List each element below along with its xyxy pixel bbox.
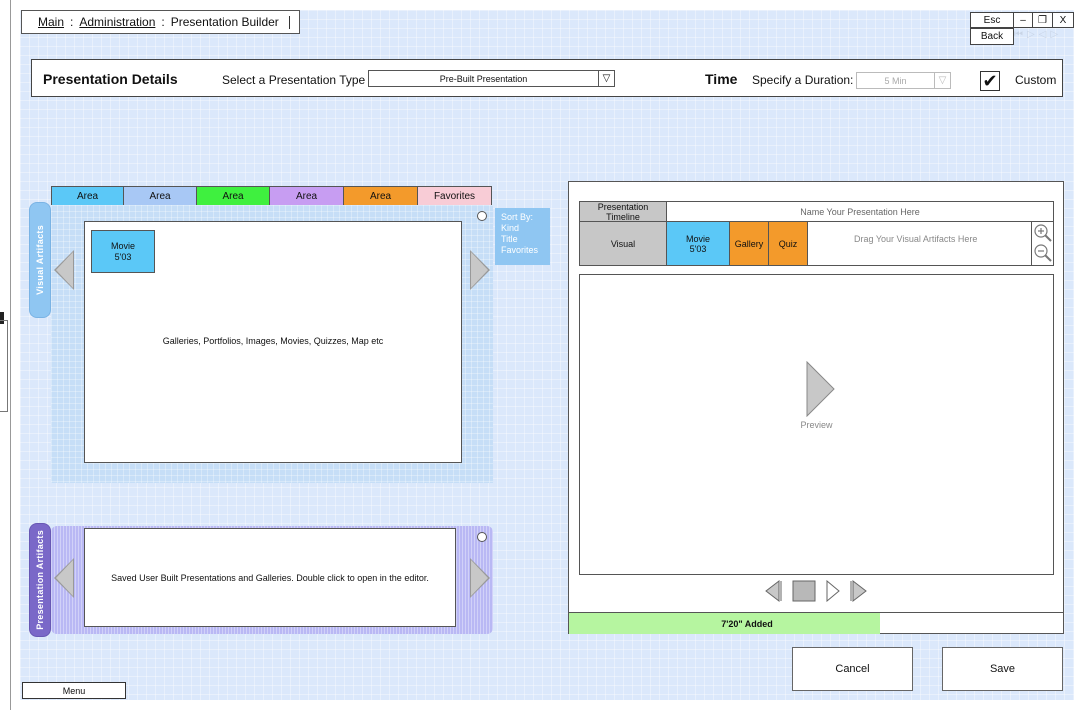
preview-label: Preview xyxy=(800,420,833,430)
sort-option-title[interactable]: Title xyxy=(501,234,544,245)
cancel-button[interactable]: Cancel xyxy=(792,647,913,691)
duration-select[interactable]: 5 Min ▽ xyxy=(856,72,951,89)
visual-artifacts-hint: Galleries, Portfolios, Images, Movies, Q… xyxy=(162,336,384,346)
chevron-down-icon: ▽ xyxy=(598,71,614,86)
custom-checkbox[interactable]: ✔ xyxy=(980,71,1000,91)
breadcrumb-administration-link[interactable]: Administration xyxy=(79,15,155,29)
zoom-in-icon[interactable] xyxy=(1034,224,1052,242)
drag-hint: Drag Your Visual Artifacts Here xyxy=(854,234,978,244)
breadcrumb-separator: : xyxy=(70,15,74,29)
custom-label: Custom xyxy=(1015,73,1057,87)
breadcrumb-current: Presentation Builder xyxy=(170,15,279,29)
menu-button[interactable]: Menu xyxy=(22,682,126,699)
visual-artifacts-label: Visual Artifacts xyxy=(35,225,45,295)
timeline-movie-item[interactable]: Movie 5'03 xyxy=(666,221,730,266)
movie-artifact[interactable]: Movie 5'03 xyxy=(91,230,155,273)
ruler-line xyxy=(10,0,11,710)
tab-area-5[interactable]: Area xyxy=(343,186,418,206)
scroll-left-arrow-icon[interactable] xyxy=(54,250,74,290)
presentation-artifacts-side-tab[interactable]: Presentation Artifacts xyxy=(29,523,51,637)
stop-icon[interactable] xyxy=(792,580,816,602)
next-icon: ▷ xyxy=(1027,29,1035,40)
step-forward-icon[interactable] xyxy=(826,580,840,602)
forward-icon: ▷ xyxy=(1050,29,1059,40)
time-title: Time xyxy=(705,71,738,87)
sort-option-kind[interactable]: Kind xyxy=(501,223,544,234)
movie-title: Movie xyxy=(110,240,135,251)
save-button[interactable]: Save xyxy=(942,647,1063,691)
preview-area: Preview xyxy=(579,274,1054,575)
duration-progress-text: 7'20" Added xyxy=(721,619,773,629)
rewind-icon: ◁ xyxy=(1038,29,1047,40)
duration-value: 5 Min xyxy=(884,75,907,86)
presentation-type-select[interactable]: Pre-Built Presentation ▽ xyxy=(368,70,615,87)
timeline-quiz-item[interactable]: Quiz xyxy=(768,221,808,266)
first-icon: ⏮ xyxy=(1014,29,1023,40)
chevron-down-icon: ▽ xyxy=(934,73,950,88)
timeline-label: Presentation Timeline xyxy=(579,201,667,222)
tab-favorites[interactable]: Favorites xyxy=(417,186,492,206)
visual-track-label: Visual xyxy=(579,221,667,266)
sort-by-label: Sort By: xyxy=(501,212,534,222)
play-icon[interactable] xyxy=(806,361,836,417)
scroll-right-arrow-icon[interactable] xyxy=(470,558,490,598)
duration-progress: 7'20" Added xyxy=(569,612,1063,634)
presentation-artifacts-content: Saved User Built Presentations and Galle… xyxy=(84,528,456,627)
timeline-movie-duration: 5'03 xyxy=(689,243,707,254)
media-nav-icons: ⏮ ▷ ◁ ▷ xyxy=(1014,29,1058,43)
tab-area-3[interactable]: Area xyxy=(196,186,270,206)
zoom-out-icon[interactable] xyxy=(1034,244,1052,262)
zoom-controls xyxy=(1031,222,1053,265)
timeline-gallery-item[interactable]: Gallery xyxy=(729,221,769,266)
rewind-icon[interactable] xyxy=(765,580,782,602)
breadcrumb-separator: : xyxy=(161,15,165,29)
tab-area-2[interactable]: Area xyxy=(123,186,197,206)
back-button[interactable]: Back xyxy=(970,28,1014,45)
presentation-type-value: Pre-Built Presentation xyxy=(439,73,528,84)
presentation-editor: Presentation Timeline Name Your Presenta… xyxy=(568,181,1064,634)
close-button[interactable]: X xyxy=(1052,12,1074,28)
visual-artifacts-side-tab[interactable]: Visual Artifacts xyxy=(29,202,51,318)
presentation-details-bar: Presentation Details Select a Presentati… xyxy=(31,59,1063,97)
ruler-dimension xyxy=(0,320,8,412)
sort-by-panel: Sort By: Kind Title Favorites xyxy=(495,208,550,265)
zoom-icons xyxy=(1034,224,1052,262)
area-tabs: Area Area Area Area Area Favorites xyxy=(51,186,492,206)
breadcrumb: Main : Administration : Presentation Bui… xyxy=(21,10,300,34)
select-radio[interactable] xyxy=(477,211,487,221)
presentation-name-input[interactable]: Name Your Presentation Here xyxy=(666,201,1054,222)
presentation-artifacts-hint: Saved User Built Presentations and Galle… xyxy=(111,573,429,583)
breadcrumb-main-link[interactable]: Main xyxy=(38,15,64,29)
fast-forward-icon[interactable] xyxy=(850,580,867,602)
details-title: Presentation Details xyxy=(43,71,178,87)
duration-label: Specify a Duration: xyxy=(752,73,854,87)
scroll-left-arrow-icon[interactable] xyxy=(54,558,74,598)
minimize-button[interactable]: – xyxy=(1013,12,1033,28)
tab-area-1[interactable]: Area xyxy=(51,186,124,206)
scroll-right-arrow-icon[interactable] xyxy=(470,250,490,290)
presentation-artifacts-label: Presentation Artifacts xyxy=(35,530,45,630)
tab-area-4[interactable]: Area xyxy=(269,186,344,206)
text-cursor-icon xyxy=(288,15,290,29)
type-label: Select a Presentation Type xyxy=(222,73,366,87)
window-controls: Esc Back – ❐ X ⏮ ▷ ◁ ▷ xyxy=(970,12,1074,45)
sort-option-favorites[interactable]: Favorites xyxy=(501,245,544,256)
esc-button[interactable]: Esc xyxy=(970,12,1014,28)
select-radio[interactable] xyxy=(477,532,487,542)
playback-controls xyxy=(765,580,867,602)
movie-duration: 5'03 xyxy=(114,251,132,262)
restore-button[interactable]: ❐ xyxy=(1032,12,1053,28)
timeline-movie-title: Movie xyxy=(685,233,710,244)
